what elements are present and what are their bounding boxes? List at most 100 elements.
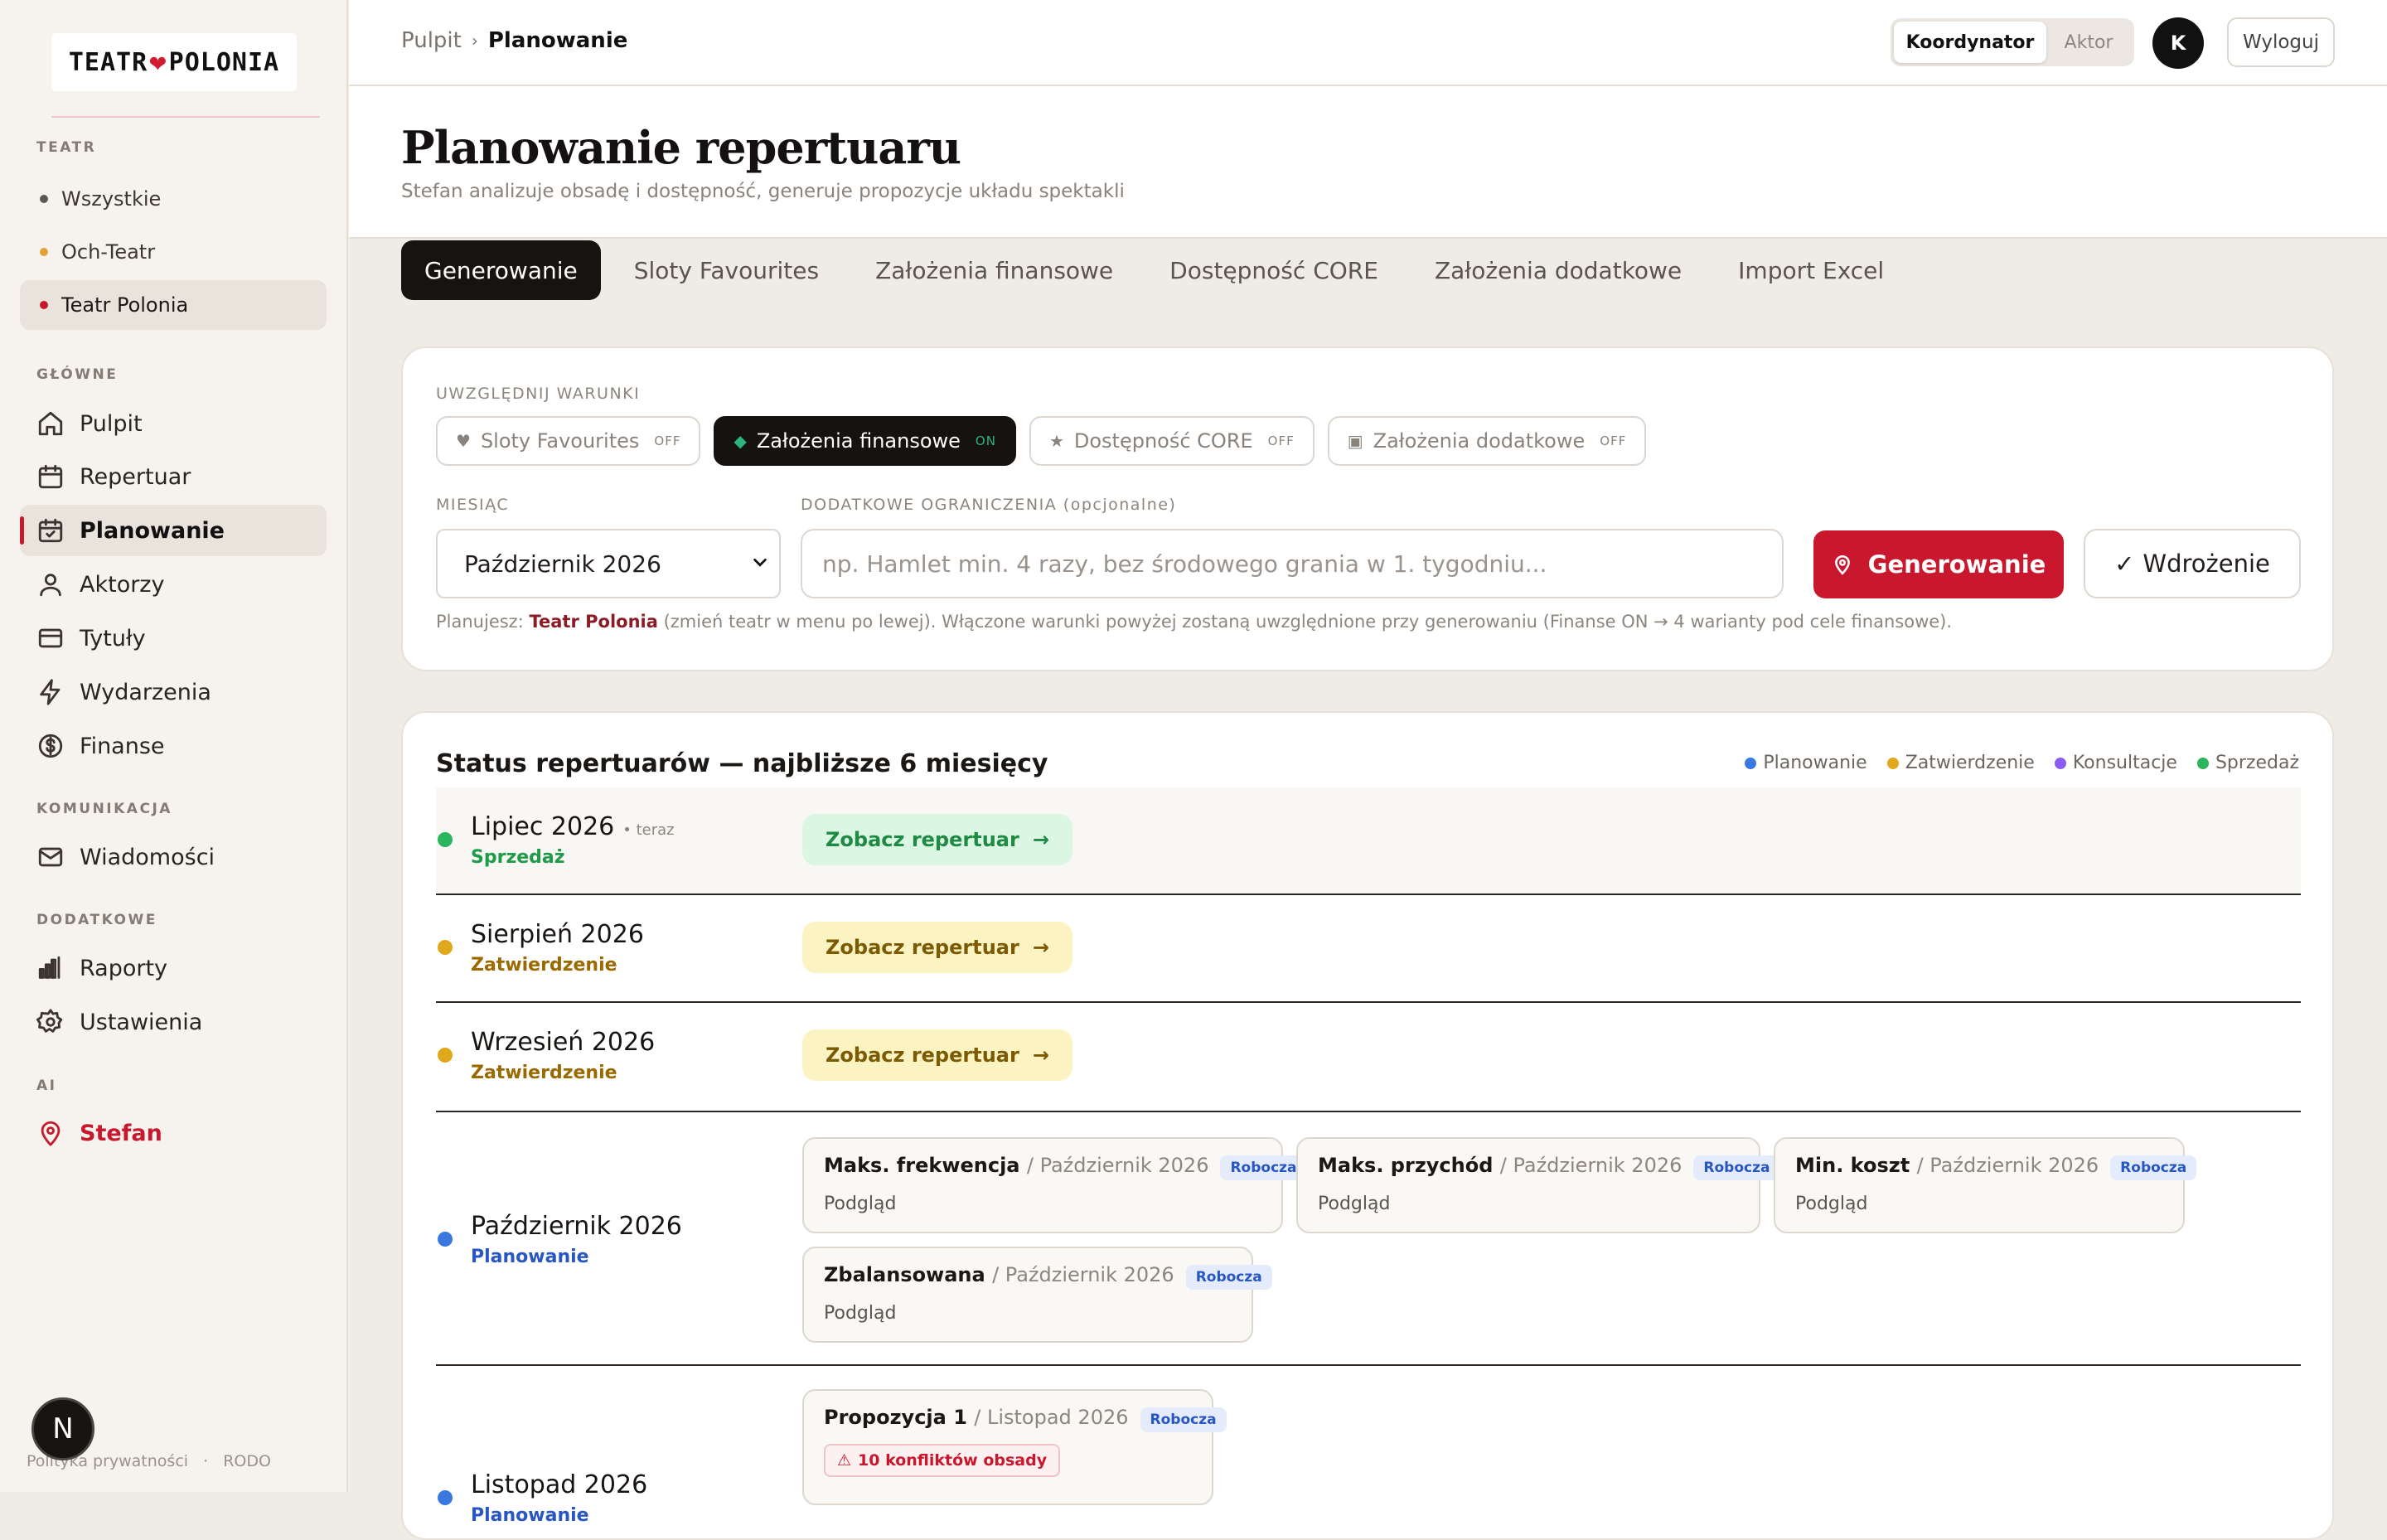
nav-item-label: Aktorzy [80, 571, 165, 598]
chip-zalozenia-finansowe[interactable]: ◆ Założenia finansowe ON [714, 416, 1016, 466]
heart-icon: ❤ [149, 46, 167, 79]
chip-state: OFF [1600, 433, 1627, 448]
deploy-button[interactable]: ✓ Wdrożenie [2084, 529, 2301, 598]
status-dot [438, 940, 453, 955]
section-main-label: GŁÓWNE [36, 366, 119, 383]
view-repertoire-label: Zobacz repertuar [826, 1044, 1019, 1067]
view-repertoire-button[interactable]: Zobacz repertuar → [802, 814, 1072, 865]
legend-item: Sprzedaż [2196, 753, 2299, 773]
generate-button[interactable]: Generowanie [1813, 530, 2064, 598]
variant-name: Maks. frekwencja [824, 1154, 1020, 1177]
theatre-item-och-teatr[interactable]: Och-Teatr [20, 227, 327, 277]
arrow-right-icon: → [1032, 936, 1049, 959]
nav-item-raporty[interactable]: Raporty [20, 942, 327, 994]
role-option-koordynator[interactable]: Koordynator [1894, 22, 2046, 63]
view-repertoire-button[interactable]: Zobacz repertuar → [802, 922, 1072, 973]
chip-state: OFF [654, 433, 681, 448]
variant-card-min-koszt[interactable]: Min. koszt / Październik 2026 Robocza Pod… [1774, 1137, 2197, 1233]
generator-card: UWZGLĘDNIJ WARUNKI ♥ Sloty Favourites OF… [401, 346, 2334, 671]
nav-item-finanse[interactable]: Finanse [20, 720, 327, 772]
nav-item-planowanie[interactable]: Planowanie [20, 505, 327, 556]
nav-item-label: Pulpit [80, 410, 143, 437]
rodo-link[interactable]: RODO [223, 1452, 271, 1470]
month-row-listopad: Listopad 2026 Planowanie Propozycja 1 / … [436, 1366, 2301, 1532]
theatre-item-all[interactable]: Wszystkie [20, 174, 327, 224]
tab-generowanie[interactable]: Generowanie [401, 240, 601, 300]
nav-item-repertuar[interactable]: Repertuar [20, 451, 327, 502]
variant-name: Min. koszt [1795, 1154, 1910, 1177]
variant-card-maks-przychod[interactable]: Maks. przychód / Październik 2026 Robocza… [1296, 1137, 1780, 1233]
view-repertoire-button[interactable]: Zobacz repertuar → [802, 1029, 1072, 1081]
page-title: Planowanie repertuaru [401, 121, 961, 174]
month-row-sierpien: Sierpień 2026 Zatwierdzenie Zobacz reper… [436, 895, 2301, 1003]
status-legend: Planowanie Zatwierdzenie Konsultacje Spr… [1725, 753, 2299, 773]
variant-month: / Październik 2026 [1499, 1154, 1683, 1177]
month-name: Sierpień 2026 [471, 920, 644, 949]
section-theatre-label: TEATR [36, 139, 97, 156]
month-row-lipiec: Lipiec 2026 • teraz Sprzedaż Zobacz reper… [436, 787, 2301, 895]
chip-zalozenia-dodatkowe[interactable]: ▣ Założenia dodatkowe OFF [1327, 416, 1647, 466]
nav-item-stefan[interactable]: Stefan [20, 1107, 327, 1159]
legend-dot [2054, 757, 2066, 769]
breadcrumb-root[interactable]: Pulpit [401, 28, 462, 53]
variant-card-propozycja-1[interactable]: Propozycja 1 / Listopad 2026 Robocza ⚠ 10… [802, 1389, 1227, 1505]
avatar[interactable]: K [2152, 17, 2204, 69]
sidebar: TEATR ❤ POLONIA TEATR Wszystkie Och-Teat… [0, 0, 348, 1492]
dev-tools-badge[interactable]: N [31, 1397, 94, 1460]
gear-icon [36, 1009, 63, 1033]
nav-item-label: Stefan [80, 1120, 162, 1146]
nav-item-aktorzy[interactable]: Aktorzy [20, 559, 327, 610]
legend-dot [2196, 757, 2209, 769]
page-header: Planowanie repertuaru Stefan analizuje o… [349, 86, 2387, 239]
chip-state: OFF [1267, 433, 1295, 448]
nav-item-wiadomosci[interactable]: Wiadomości [20, 831, 327, 883]
month-name: Listopad 2026 [471, 1470, 648, 1499]
constraints-input[interactable]: np. Hamlet min. 4 razy, bez środowego gr… [801, 529, 1784, 598]
tab-sloty-favourites[interactable]: Sloty Favourites [611, 240, 842, 300]
role-option-aktor[interactable]: Aktor [2046, 22, 2131, 63]
variant-month: / Październik 2026 [992, 1263, 1174, 1286]
generator-hint: Planujesz: Teatr Polonia (zmień teatr w … [436, 612, 1952, 632]
status-dot [438, 1232, 453, 1247]
tab-zalozenia-dodatkowe[interactable]: Założenia dodatkowe [1411, 240, 1705, 300]
tab-zalozenia-finansowe[interactable]: Założenia finansowe [852, 240, 1136, 300]
variant-card-zbalansowana[interactable]: Zbalansowana / Październik 2026 Robocza P… [802, 1247, 1272, 1343]
tab-dostepnosc-core[interactable]: Dostępność CORE [1146, 240, 1402, 300]
tab-import-excel[interactable]: Import Excel [1715, 240, 1907, 300]
chip-dostepnosc-core[interactable]: ★ Dostępność CORE OFF [1029, 416, 1315, 466]
variant-preview-link[interactable]: Podgląd [1795, 1194, 1867, 1214]
variant-preview-link[interactable]: Podgląd [1318, 1194, 1390, 1214]
conflicts-badge[interactable]: ⚠ 10 konfliktów obsady [824, 1444, 1061, 1477]
breadcrumb-current: Planowanie [487, 28, 628, 53]
legend-item: Planowanie [1745, 753, 1867, 773]
status-badge: Robocza [1693, 1155, 1780, 1180]
month-status: Planowanie [471, 1505, 589, 1526]
status-badge: Robocza [1220, 1155, 1307, 1180]
star-icon: ★ [1048, 431, 1064, 451]
nav-item-tytuly[interactable]: Tytuły [20, 613, 327, 664]
theatre-logo[interactable]: TEATR ❤ POLONIA [51, 33, 297, 91]
variant-preview-link[interactable]: Podgląd [824, 1303, 896, 1324]
variant-card-maks-frekwencja[interactable]: Maks. frekwencja / Październik 2026 Roboc… [802, 1137, 1307, 1233]
nav-item-pulpit[interactable]: Pulpit [20, 398, 327, 449]
footer-separator: · [203, 1452, 209, 1470]
calendar-icon [38, 464, 63, 489]
nav-item-ustawienia[interactable]: Ustawienia [20, 996, 327, 1048]
diamond-icon: ◆ [734, 431, 747, 451]
month-select[interactable]: Październik 2026 [436, 529, 781, 598]
logout-button[interactable]: Wyloguj [2227, 17, 2335, 67]
check-icon: ✓ [2114, 550, 2135, 578]
section-ai-label: AI [36, 1078, 57, 1094]
variant-preview-link[interactable]: Podgląd [824, 1194, 896, 1214]
status-badge: Robocza [1140, 1407, 1227, 1432]
nav-item-label: Ustawienia [80, 1009, 203, 1035]
nav-item-wydarzenia[interactable]: Wydarzenia [20, 666, 327, 718]
theatre-item-label: Och-Teatr [61, 240, 156, 264]
chip-label: Założenia dodatkowe [1373, 429, 1586, 453]
conditions-chips: ♥ Sloty Favourites OFF ◆ Założenia finan… [436, 416, 1659, 466]
chip-sloty-favourites[interactable]: ♥ Sloty Favourites OFF [436, 416, 701, 466]
month-row-wrzesien: Wrzesień 2026 Zatwierdzenie Zobacz reper… [436, 1003, 2301, 1112]
legend-label: Sprzedaż [2215, 753, 2299, 773]
square-icon: ▣ [1347, 431, 1363, 451]
theatre-item-teatr-polonia[interactable]: Teatr Polonia [20, 280, 327, 330]
